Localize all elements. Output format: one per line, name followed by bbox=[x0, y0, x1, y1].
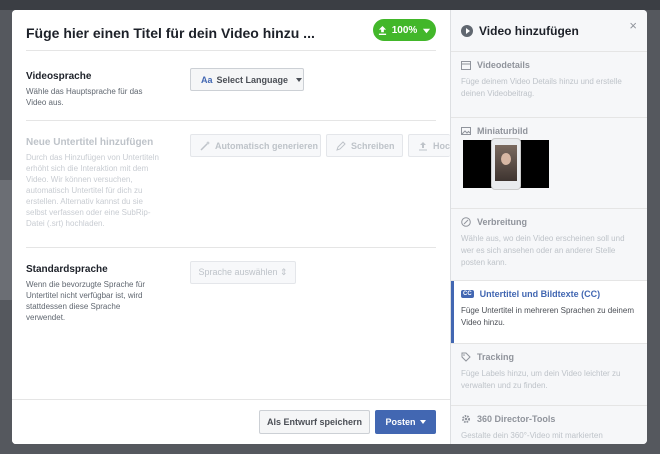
video-language-heading: Videosprache bbox=[26, 71, 92, 82]
globe-icon bbox=[461, 217, 471, 227]
upload-icon bbox=[378, 25, 386, 35]
dialog-footer: Als Entwurf speichern Posten bbox=[12, 399, 450, 444]
step-title: Tracking bbox=[477, 352, 515, 362]
calendar-icon bbox=[461, 61, 471, 70]
gear-icon bbox=[462, 415, 470, 423]
video-title-field[interactable]: Füge hier einen Titel für dein Video hin… bbox=[26, 25, 326, 41]
step-distribution[interactable]: Verbreitung Wähle aus, wo dein Video ers… bbox=[451, 208, 647, 280]
chevron-down-icon bbox=[419, 420, 426, 424]
chevron-down-icon bbox=[296, 77, 303, 82]
step-description: Füge Untertitel in mehreren Sprachen zu … bbox=[461, 306, 634, 327]
steps-sidebar: Video hinzufügen × Videodetails Füge dei… bbox=[450, 10, 647, 444]
add-subtitles-description: Durch das Hinzufügen von Untertiteln erh… bbox=[26, 153, 159, 228]
select-language-label: Select Language bbox=[216, 74, 289, 85]
upload-srt-button[interactable]: Hochladen bbox=[408, 134, 450, 157]
video-editor-pane: Füge hier einen Titel für dein Video hin… bbox=[12, 10, 450, 444]
step-description: Füge Labels hinzu, um dein Video leichte… bbox=[461, 369, 621, 390]
default-language-heading: Standardsprache bbox=[26, 264, 108, 275]
add-subtitles-heading: Neue Untertitel hinzufügen bbox=[26, 137, 154, 148]
cc-icon: CC bbox=[461, 290, 474, 298]
step-description: Füge deinem Video Details hinzu und erst… bbox=[461, 77, 622, 98]
divider bbox=[26, 50, 436, 51]
step-title: Miniaturbild bbox=[477, 126, 528, 136]
sidebar-header: Video hinzufügen bbox=[461, 24, 579, 38]
select-language-dropdown[interactable]: Aa Select Language bbox=[190, 68, 304, 91]
language-icon: Aa bbox=[201, 74, 213, 85]
upload-srt-label: Hochladen bbox=[433, 140, 450, 151]
backdrop-panel bbox=[0, 180, 12, 300]
default-language-select-label: Sprache auswählen ⇕ bbox=[198, 267, 288, 277]
play-icon bbox=[461, 25, 473, 37]
save-draft-button[interactable]: Als Entwurf speichern bbox=[259, 410, 370, 434]
chevron-down-icon bbox=[423, 28, 431, 33]
image-icon bbox=[461, 127, 471, 135]
wand-icon bbox=[200, 140, 210, 151]
default-language-description: Wenn die bevorzugte Sprache für Untertit… bbox=[26, 280, 146, 322]
upload-icon bbox=[419, 141, 427, 150]
video-language-description: Wähle das Hauptsprache für das Video aus… bbox=[26, 87, 143, 107]
tag-icon bbox=[461, 352, 471, 362]
auto-generate-label: Automatisch generieren bbox=[215, 140, 319, 151]
step-description: Wähle aus, wo dein Video erscheinen soll… bbox=[461, 234, 625, 267]
phone-image bbox=[491, 138, 521, 190]
add-video-dialog: Füge hier einen Titel für dein Video hin… bbox=[12, 10, 647, 444]
step-title: Untertitel und Bildtexte (CC) bbox=[479, 289, 601, 299]
sidebar-title: Video hinzufügen bbox=[479, 24, 579, 38]
upload-progress-button[interactable]: 100% bbox=[373, 19, 436, 41]
step-tracking[interactable]: Tracking Füge Labels hinzu, um dein Vide… bbox=[451, 343, 647, 405]
close-icon[interactable]: × bbox=[629, 18, 637, 33]
thumbnail-image[interactable] bbox=[463, 138, 549, 190]
step-description: Gestalte dein 360°-Video mit markierten bbox=[461, 431, 603, 440]
step-title: Videodetails bbox=[477, 60, 530, 70]
write-label: Schreiben bbox=[351, 140, 395, 151]
step-360-director-tools[interactable]: 360 Director-Tools Gestalte dein 360°-Vi… bbox=[451, 405, 647, 444]
step-title: Verbreitung bbox=[477, 217, 528, 227]
post-label: Posten bbox=[385, 417, 416, 427]
step-subtitles-cc[interactable]: CC Untertitel und Bildtexte (CC) Füge Un… bbox=[451, 280, 647, 343]
write-button[interactable]: Schreiben bbox=[326, 134, 403, 157]
step-title: 360 Director-Tools bbox=[477, 414, 556, 424]
auto-generate-button[interactable]: Automatisch generieren bbox=[190, 134, 321, 157]
pencil-icon bbox=[336, 140, 346, 151]
upload-progress-label: 100% bbox=[391, 24, 418, 36]
divider bbox=[26, 120, 436, 121]
default-language-select[interactable]: Sprache auswählen ⇕ bbox=[190, 261, 296, 284]
backdrop-topbar bbox=[0, 0, 660, 10]
step-thumbnail[interactable]: Miniaturbild bbox=[451, 117, 647, 208]
step-video-details[interactable]: Videodetails Füge deinem Video Details h… bbox=[451, 51, 647, 117]
divider bbox=[26, 247, 436, 248]
post-button[interactable]: Posten bbox=[375, 410, 436, 434]
